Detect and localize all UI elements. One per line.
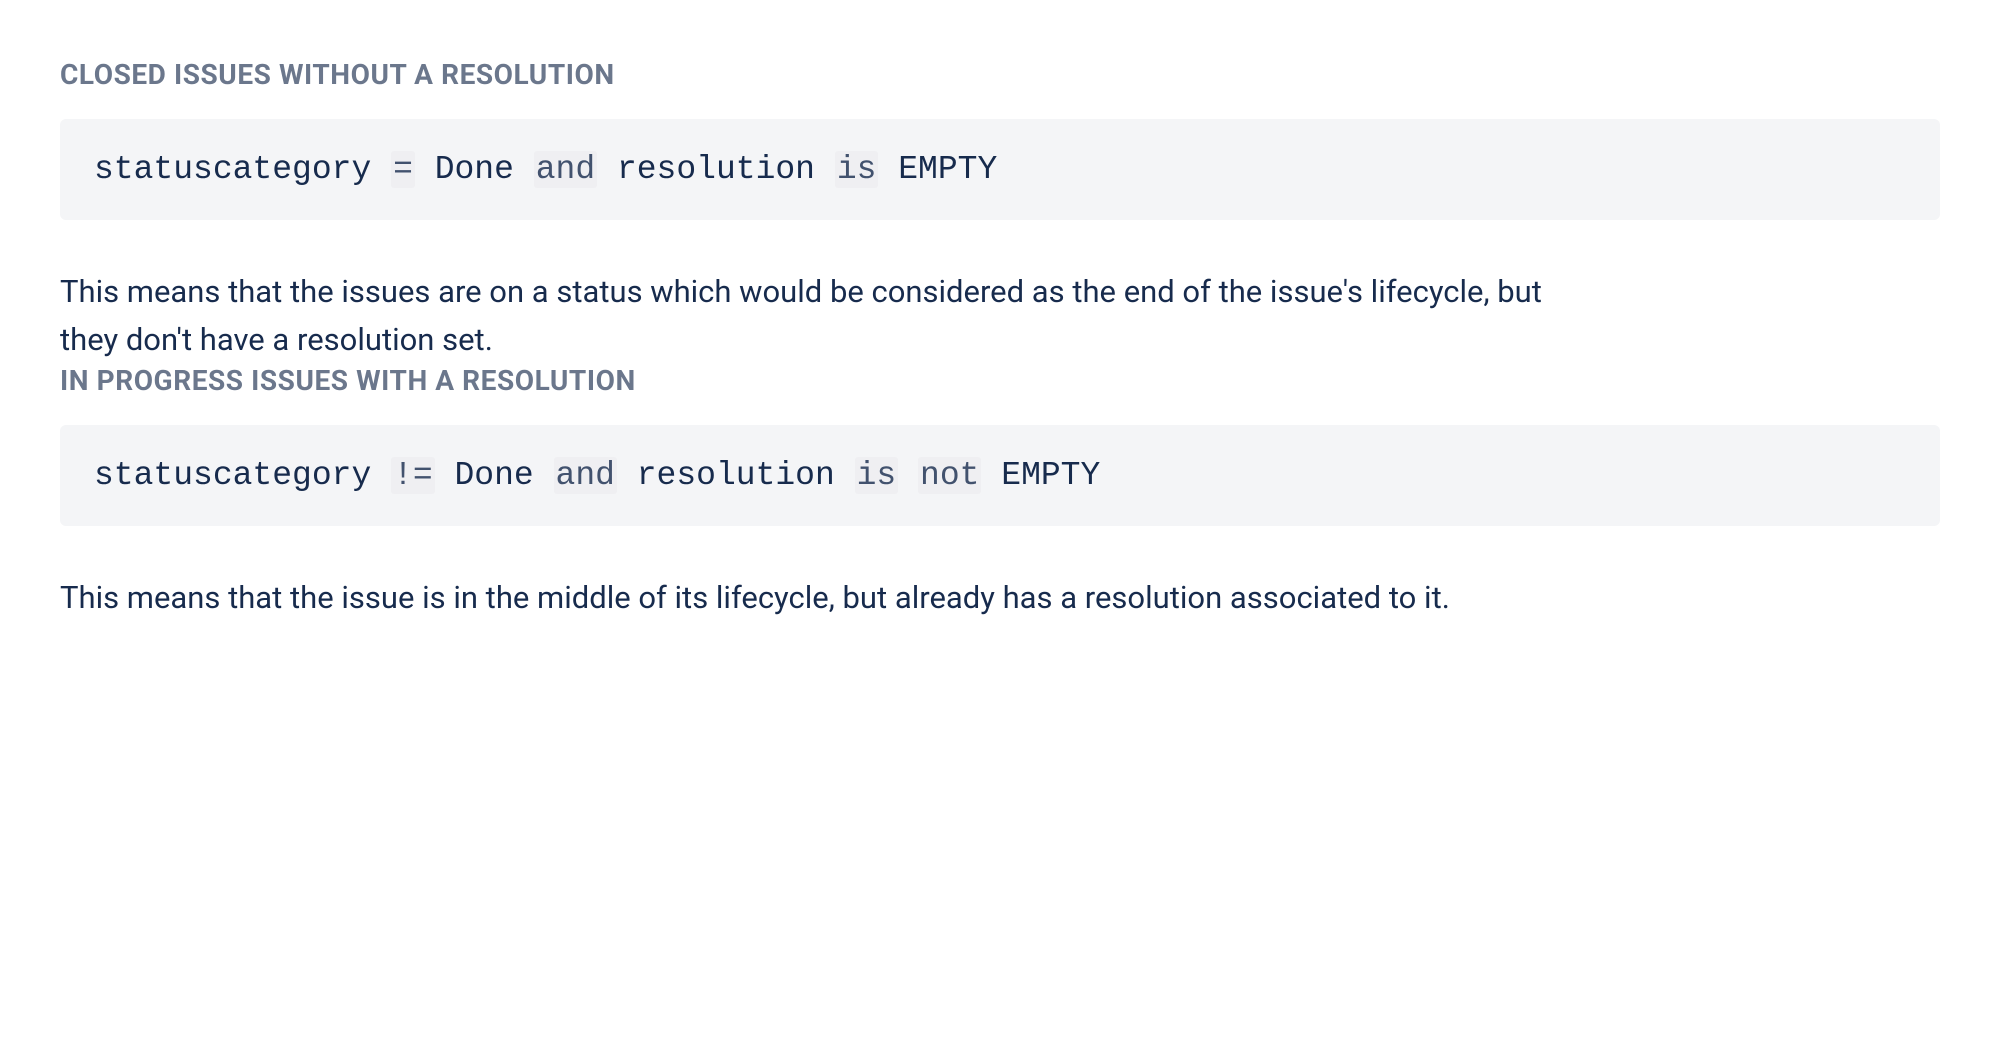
code-token-value: Done — [435, 151, 514, 188]
code-token-field: statuscategory — [94, 151, 371, 188]
code-token-keyword-and: and — [554, 457, 617, 494]
section-description: This means that the issue is in the midd… — [60, 574, 1580, 622]
code-token-field: resolution — [637, 457, 835, 494]
section-closed-issues: CLOSED ISSUES WITHOUT A RESOLUTION statu… — [60, 58, 1940, 364]
section-heading: IN PROGRESS ISSUES WITH A RESOLUTION — [60, 364, 1940, 397]
code-block: statuscategory = Done and resolution is … — [60, 119, 1940, 220]
code-token-keyword-and: and — [534, 151, 597, 188]
code-token-keyword-is: is — [835, 151, 879, 188]
section-description: This means that the issues are on a stat… — [60, 268, 1580, 364]
code-token-field: statuscategory — [94, 457, 371, 494]
code-token-keyword-is: is — [855, 457, 899, 494]
code-token-value: Done — [454, 457, 533, 494]
section-in-progress-issues: IN PROGRESS ISSUES WITH A RESOLUTION sta… — [60, 364, 1940, 622]
code-token-keyword-not: not — [918, 457, 981, 494]
code-token-value: EMPTY — [1001, 457, 1100, 494]
section-heading: CLOSED ISSUES WITHOUT A RESOLUTION — [60, 58, 1940, 91]
code-token-operator: = — [391, 151, 415, 188]
code-token-field: resolution — [617, 151, 815, 188]
code-token-value: EMPTY — [898, 151, 997, 188]
code-block: statuscategory != Done and resolution is… — [60, 425, 1940, 526]
code-token-operator: != — [391, 457, 435, 494]
